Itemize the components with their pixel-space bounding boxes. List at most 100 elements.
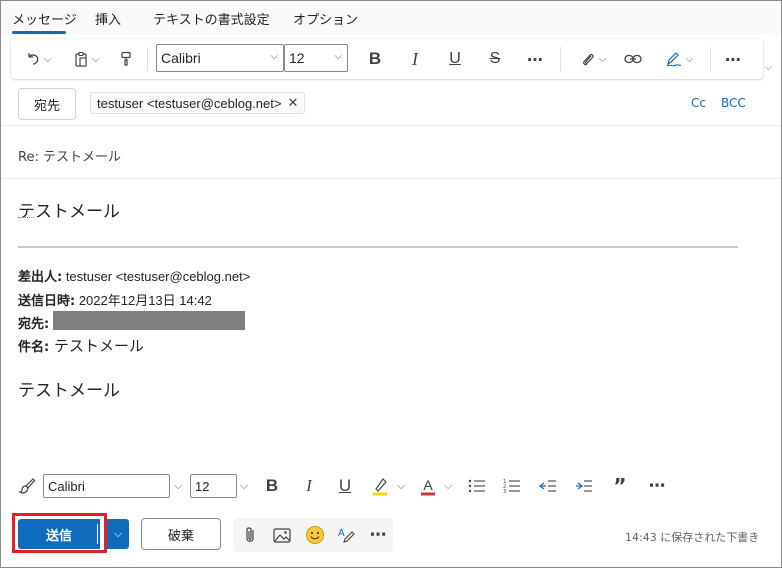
draft-status: 14:43 に保存された下書き: [625, 531, 760, 544]
tab-message[interactable]: メッセージ: [12, 9, 77, 28]
ribbon-more-button[interactable]: ⋯: [721, 47, 745, 71]
ribbon-separator: [560, 47, 561, 71]
ribbon-separator: [147, 47, 148, 71]
paste-button[interactable]: ⌵: [67, 47, 105, 71]
send-button[interactable]: 送信: [18, 519, 100, 549]
image-icon: [273, 527, 291, 543]
editor-button[interactable]: A: [334, 523, 358, 547]
bullet-list-icon: [468, 479, 485, 493]
undo-icon: [28, 53, 39, 65]
increase-indent-button[interactable]: [572, 473, 596, 499]
emoji-icon: [306, 526, 324, 544]
chevron-down-icon: ⌵: [598, 53, 607, 65]
numbering-button[interactable]: 123: [500, 473, 524, 499]
ribbon-separator: [710, 47, 711, 71]
discard-button[interactable]: 破棄: [141, 518, 221, 550]
body-text[interactable]: テストメール: [18, 197, 120, 222]
bottom-bold-button[interactable]: B: [260, 473, 284, 499]
editor-pen-icon: A: [338, 528, 355, 543]
recipient-chip-label: testuser <testuser@ceblog.net>: [97, 95, 282, 111]
redacted-recipient: [53, 311, 245, 330]
italic-button[interactable]: I: [403, 47, 427, 71]
tab-insert[interactable]: 挿入: [95, 9, 121, 28]
strikethrough-button[interactable]: S: [483, 47, 507, 71]
signature-button[interactable]: ⌵: [659, 47, 699, 71]
chevron-down-icon: ⌵: [91, 53, 100, 65]
highlighter-icon: [373, 478, 387, 496]
quote-button[interactable]: ”: [608, 473, 632, 499]
tab-options[interactable]: オプション: [293, 9, 358, 28]
font-size-select[interactable]: 12 ⌵: [284, 44, 348, 72]
spellcheck-underline: [18, 217, 34, 218]
remove-recipient-icon[interactable]: ✕: [287, 95, 298, 111]
ribbon-toolbar: ⌵ ⌵ Calibri ⌵ 12 ⌵ B I U S ⋯ ⌵ ⌵ ⋯: [11, 39, 763, 79]
indent-icon: [576, 480, 592, 492]
quoted-sent: 送信日時: 2022年12月13日 14:42: [18, 290, 212, 309]
chevron-down-icon[interactable]: ⌵: [444, 479, 452, 493]
cc-button[interactable]: Cc: [691, 96, 706, 110]
emoji-button[interactable]: [303, 523, 327, 547]
subject-field[interactable]: Re: テストメール: [18, 146, 121, 165]
bottom-font-size-select[interactable]: 12: [190, 474, 237, 498]
attach-file-button[interactable]: ⌵: [575, 47, 611, 71]
quoted-to: 宛先:: [18, 313, 49, 332]
active-tab-indicator: [12, 31, 66, 34]
undo-button[interactable]: ⌵: [19, 47, 57, 71]
more-format-button[interactable]: ⋯: [523, 47, 547, 71]
chevron-down-icon: ⌵: [113, 527, 123, 540]
svg-text:A: A: [423, 477, 433, 493]
paintbrush-icon: [18, 478, 36, 494]
numbered-list-icon: 123: [503, 479, 520, 493]
subject-value: テストメール: [49, 337, 144, 355]
compose-window: メッセージ 挿入 テキストの書式設定 オプション ⌵ ⌵ Calibri ⌵ 1…: [0, 0, 782, 568]
decrease-indent-button[interactable]: [536, 473, 560, 499]
divider: [1, 125, 781, 126]
chevron-down-icon[interactable]: ⌵: [240, 479, 248, 493]
chevron-down-icon[interactable]: ⌵: [174, 479, 182, 493]
bold-button[interactable]: B: [363, 47, 387, 71]
bottom-font-name-select[interactable]: Calibri: [43, 474, 170, 498]
chevron-down-icon[interactable]: ⌵: [397, 479, 405, 493]
attach-button[interactable]: [239, 523, 261, 547]
quote-divider: [18, 246, 738, 248]
font-color-button[interactable]: A: [415, 473, 441, 499]
quoted-from: 差出人: testuser <testuser@ceblog.net>: [18, 266, 250, 285]
signature-pen-icon: [666, 52, 682, 67]
actions-more-button[interactable]: ⋯: [366, 523, 390, 547]
sent-label: 送信日時:: [18, 294, 76, 309]
paperclip-icon: [246, 527, 254, 542]
bottom-underline-button[interactable]: U: [333, 473, 357, 499]
send-split-divider: [97, 524, 98, 544]
ribbon-tabs: メッセージ 挿入 テキストの書式設定 オプション: [1, 1, 781, 35]
insert-picture-button[interactable]: [270, 523, 294, 547]
format-painter-button[interactable]: [115, 47, 137, 71]
bcc-button[interactable]: BCC: [721, 96, 746, 110]
bullets-button[interactable]: [465, 473, 489, 499]
svg-text:3: 3: [503, 489, 506, 493]
bottom-more-button[interactable]: ⋯: [645, 473, 669, 499]
sent-value: 2022年12月13日 14:42: [75, 293, 212, 308]
format-painter-icon: [121, 51, 131, 66]
font-size-value: 12: [289, 50, 305, 66]
paperclip-icon: [582, 53, 594, 66]
clipboard-icon: [75, 51, 87, 67]
font-name-select[interactable]: Calibri ⌵: [156, 44, 284, 72]
divider: [1, 178, 781, 179]
outdent-icon: [539, 480, 556, 492]
ribbon-scroll-icon[interactable]: ⌵: [765, 63, 772, 73]
recipient-chip[interactable]: testuser <testuser@ceblog.net> ✕: [90, 92, 306, 114]
to-button[interactable]: 宛先: [18, 88, 76, 120]
subject-label: 件名:: [18, 340, 50, 355]
tab-format-text[interactable]: テキストの書式設定: [153, 9, 270, 28]
svg-text:A: A: [338, 528, 345, 539]
bottom-italic-button[interactable]: I: [297, 473, 321, 499]
highlight-button[interactable]: [367, 473, 393, 499]
insert-link-button[interactable]: [621, 47, 645, 71]
send-options-button[interactable]: ⌵: [107, 519, 129, 549]
to-label: 宛先:: [18, 317, 50, 332]
underline-button[interactable]: U: [443, 47, 467, 71]
font-name-value: Calibri: [161, 50, 201, 66]
chevron-down-icon: ⌵: [685, 53, 694, 65]
format-painter-button[interactable]: [15, 473, 39, 499]
from-value: testuser <testuser@ceblog.net>: [62, 269, 251, 284]
